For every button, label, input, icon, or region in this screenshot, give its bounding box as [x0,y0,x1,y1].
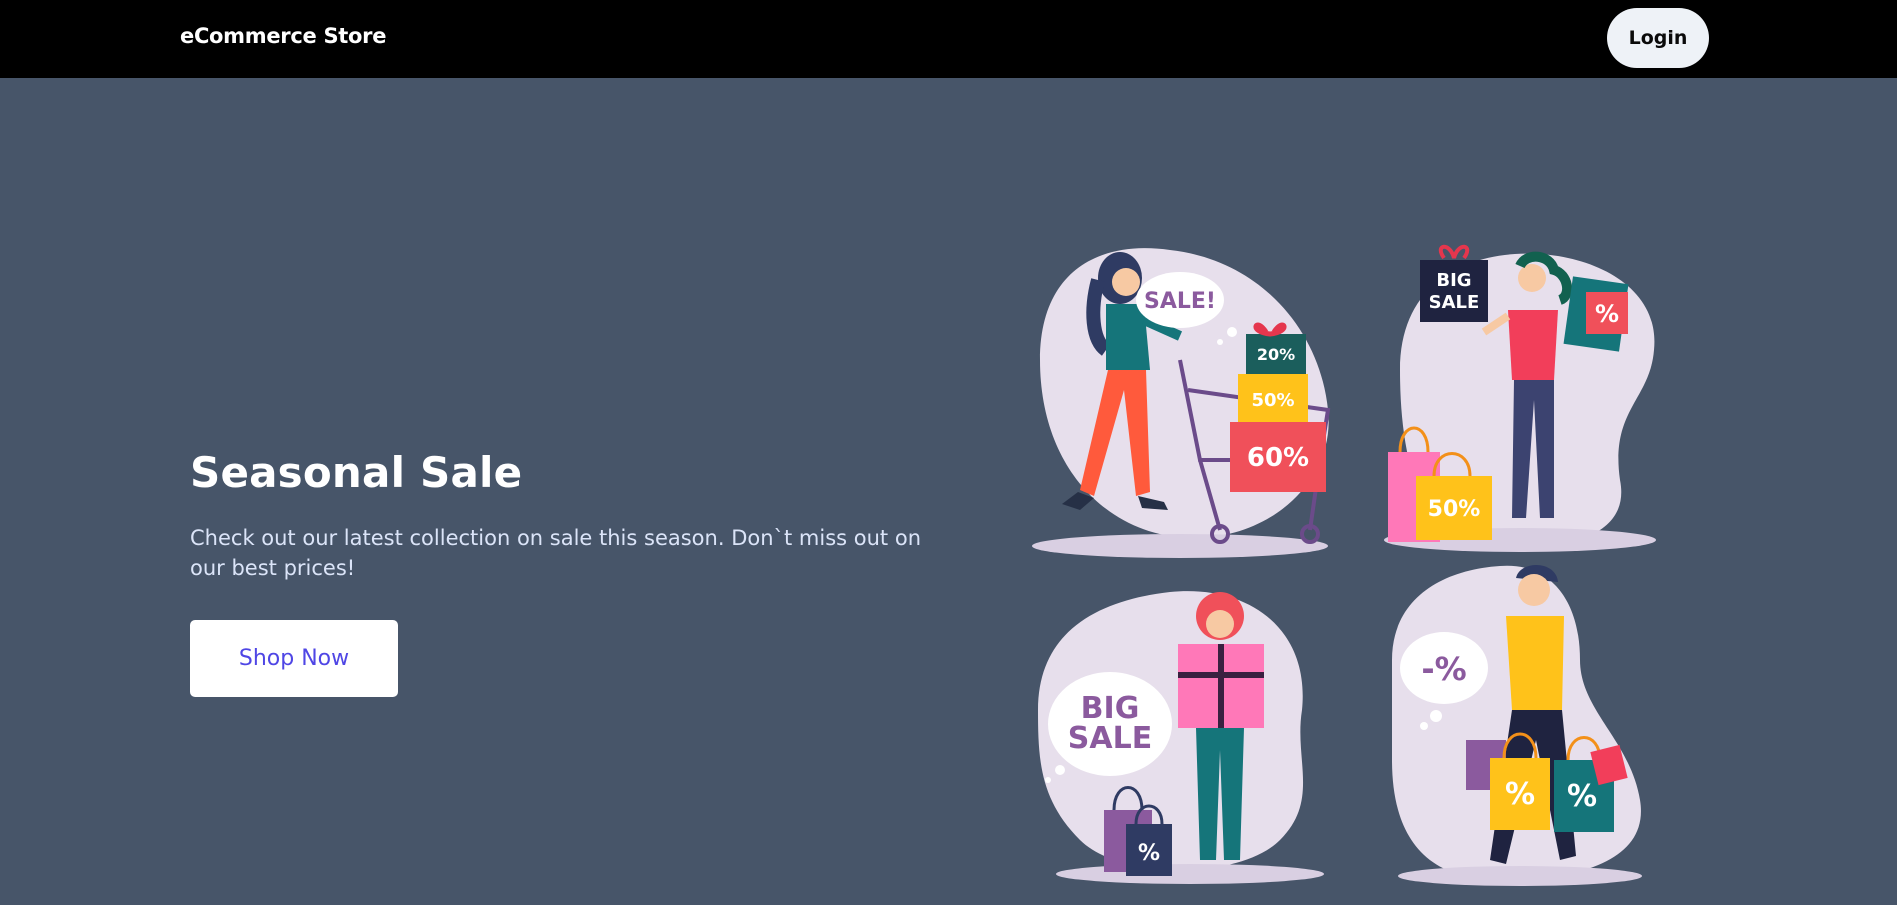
box-20-percent-text: 20% [1257,345,1295,364]
box-50-percent-text: 50% [1251,390,1294,411]
bubble-minus-percent-text: -% [1421,650,1466,688]
bag-percent-text: % [1595,300,1619,328]
sign-sale-text: SALE [1429,292,1480,313]
bag-50-percent-text: 50% [1428,497,1481,522]
bag-percent-4-text: % [1567,779,1597,814]
bag-percent-2-text: % [1138,841,1160,866]
hero-description: Check out our latest collection on sale … [190,526,922,580]
box-60-percent-text: 60% [1247,443,1309,473]
sign-big-text: BIG [1436,270,1471,291]
navbar: eCommerce Store Login [0,0,1897,78]
woman-with-cart-illustration: SALE! 20% 50% 60% [1032,248,1331,558]
woman-with-big-sale-sign-illustration: BIG SALE % 50% [1384,244,1656,552]
bubble-sale-text: SALE [1068,721,1152,756]
bag-percent-3-text: % [1505,777,1535,812]
seasonal-sale-illustration: SALE! 20% 50% 60% BIG SALE % 50% BIG SAL… [1020,240,1680,900]
man-with-shopping-bags-illustration: -% % % [1392,564,1642,886]
hero-title: Seasonal Sale [190,448,523,497]
shop-now-button[interactable]: Shop Now [190,620,398,697]
sale-bubble-text: SALE! [1144,289,1216,314]
login-button[interactable]: Login [1607,8,1709,68]
shopping-illustration-svg: SALE! 20% 50% 60% BIG SALE % 50% BIG SAL… [1032,244,1656,886]
brand-logo-text[interactable]: eCommerce Store [180,24,386,48]
woman-holding-gift-illustration: BIG SALE % [1038,591,1324,884]
